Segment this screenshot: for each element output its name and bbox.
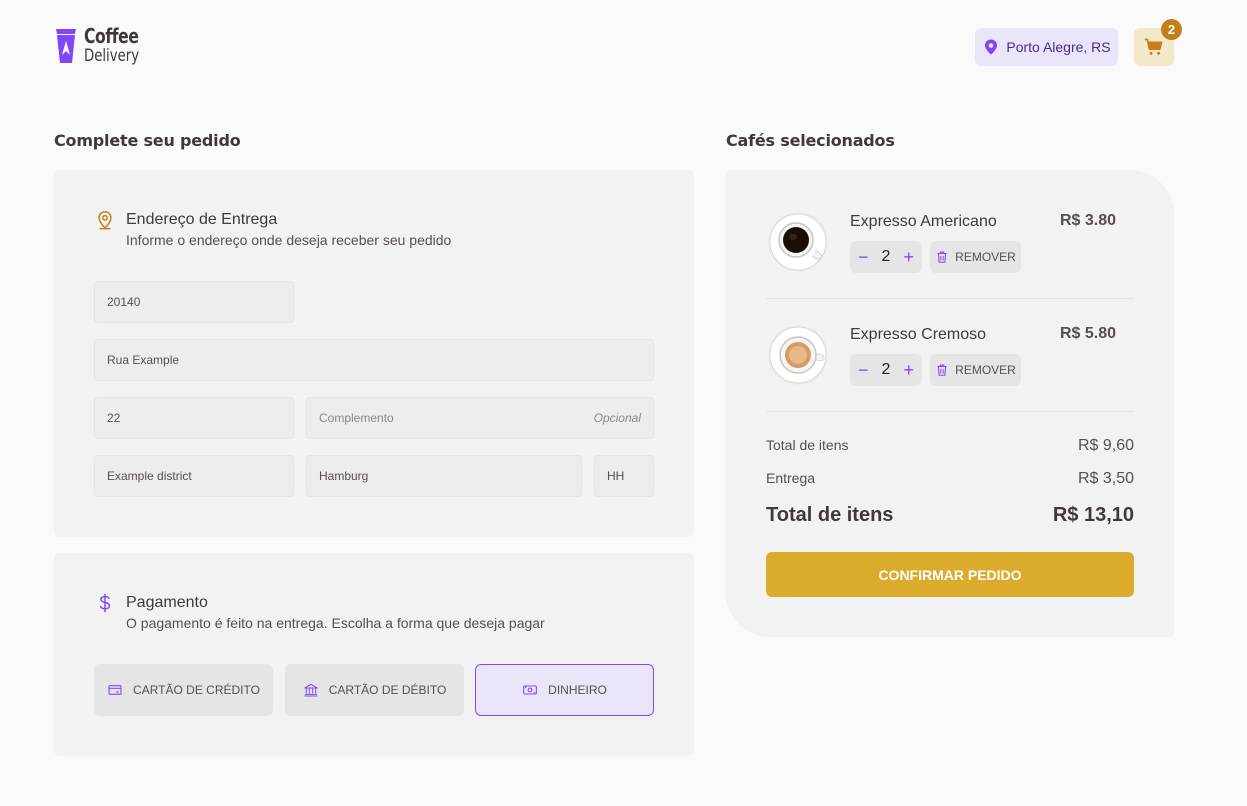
cart-title: Cafés selecionados bbox=[726, 131, 895, 150]
complement-placeholder: Complemento bbox=[319, 411, 394, 425]
complement-field[interactable]: Complemento Opcional bbox=[306, 397, 654, 439]
cart-count-badge: 2 bbox=[1161, 19, 1182, 40]
cart-item-price: R$ 3.80 bbox=[1059, 212, 1116, 229]
summary-total-value: R$ 13,10 bbox=[1052, 504, 1134, 526]
divider bbox=[766, 411, 1134, 412]
address-card: Endereço de Entrega Informe o endereço o… bbox=[54, 170, 694, 537]
street-value: Rua Example bbox=[107, 353, 180, 367]
complement-optional-label: Opcional bbox=[593, 411, 641, 425]
credit-card-icon bbox=[108, 685, 122, 695]
number-value: 22 bbox=[107, 411, 121, 425]
trash-icon bbox=[937, 364, 947, 376]
cart-item: Expresso Americano R$ 3.80 − 2 + REMOVER bbox=[766, 210, 1134, 323]
district-value: Example district bbox=[107, 469, 192, 483]
coffee-cup-logo-icon bbox=[56, 29, 76, 63]
cart-item-name: Expresso Cremoso bbox=[850, 326, 987, 343]
uf-value: HH bbox=[607, 469, 625, 483]
map-pin-outline-icon bbox=[98, 211, 112, 230]
city-field[interactable]: Hamburg bbox=[306, 455, 582, 497]
cart-item-name: Expresso Americano bbox=[850, 213, 997, 230]
coffee-americano-image bbox=[768, 212, 828, 272]
cep-field[interactable]: 20140 bbox=[94, 281, 294, 323]
cart-item-price: R$ 5.80 bbox=[1059, 325, 1116, 342]
divider bbox=[766, 298, 1134, 299]
location-text: Porto Alegre, RS bbox=[1006, 39, 1111, 55]
quantity-value: 2 bbox=[881, 361, 891, 378]
minus-icon[interactable]: − bbox=[858, 248, 869, 266]
uf-field[interactable]: HH bbox=[594, 455, 654, 497]
summary-delivery-row: Entrega R$ 3,50 bbox=[766, 470, 1134, 488]
payment-debit-card-label: CARTÃO DE DÉBITO bbox=[328, 683, 447, 697]
cart-item: Expresso Cremoso R$ 5.80 − 2 + REMOVER bbox=[766, 323, 1134, 436]
city-value: Hamburg bbox=[319, 469, 369, 483]
summary-items-value: R$ 9,60 bbox=[1077, 437, 1134, 454]
street-field[interactable]: Rua Example bbox=[94, 339, 654, 381]
quantity-value: 2 bbox=[881, 248, 891, 265]
summary-items-row: Total de itens R$ 9,60 bbox=[766, 437, 1134, 455]
cart-card: Expresso Americano R$ 3.80 − 2 + REMOVER… bbox=[726, 170, 1174, 637]
summary-total-row: Total de itens R$ 13,10 bbox=[766, 504, 1134, 527]
payment-debit-card-button[interactable]: CARTÃO DE DÉBITO bbox=[285, 664, 464, 716]
confirm-order-button[interactable]: CONFIRMAR PEDIDO bbox=[766, 552, 1134, 597]
quantity-stepper: − 2 + bbox=[850, 354, 922, 386]
map-pin-icon bbox=[985, 39, 998, 55]
payment-heading: Pagamento bbox=[126, 594, 208, 611]
payment-cash-label: DINHEIRO bbox=[548, 683, 607, 697]
remove-label: REMOVER bbox=[955, 363, 1016, 377]
logo-text-line2: Delivery bbox=[84, 46, 140, 66]
summary-items-label: Total de itens bbox=[766, 437, 849, 453]
bank-icon bbox=[303, 683, 318, 697]
number-field[interactable]: 22 bbox=[94, 397, 294, 439]
coffee-cremoso-image bbox=[768, 325, 828, 385]
remove-item-button[interactable]: REMOVER bbox=[930, 241, 1021, 273]
money-icon bbox=[523, 685, 538, 695]
quantity-stepper: − 2 + bbox=[850, 241, 922, 273]
payment-credit-card-label: CARTÃO DE CRÉDITO bbox=[133, 683, 260, 697]
shopping-cart-icon bbox=[1144, 38, 1163, 55]
remove-item-button[interactable]: REMOVER bbox=[930, 354, 1021, 386]
trash-icon bbox=[937, 251, 947, 263]
payment-subheading: O pagamento é feito na entrega. Escolha … bbox=[126, 615, 545, 631]
payment-credit-card-button[interactable]: CARTÃO DE CRÉDITO bbox=[94, 664, 273, 716]
plus-icon[interactable]: + bbox=[903, 248, 914, 266]
cep-value: 20140 bbox=[107, 295, 141, 309]
address-heading: Endereço de Entrega bbox=[126, 211, 278, 228]
district-field[interactable]: Example district bbox=[94, 455, 294, 497]
payment-card: Pagamento O pagamento é feito na entrega… bbox=[54, 553, 694, 756]
summary-delivery-label: Entrega bbox=[766, 470, 816, 486]
address-subheading: Informe o endereço onde deseja receber s… bbox=[126, 232, 452, 248]
logo-text-line1: Coffee bbox=[84, 24, 139, 48]
payment-cash-button[interactable]: DINHEIRO bbox=[475, 664, 654, 716]
plus-icon[interactable]: + bbox=[903, 361, 914, 379]
dollar-icon bbox=[99, 593, 111, 613]
summary-delivery-value: R$ 3,50 bbox=[1077, 470, 1134, 487]
app-logo[interactable]: Coffee Delivery bbox=[54, 26, 155, 66]
minus-icon[interactable]: − bbox=[858, 361, 869, 379]
checkout-title: Complete seu pedido bbox=[54, 131, 241, 150]
location-badge[interactable]: Porto Alegre, RS bbox=[975, 28, 1118, 66]
remove-label: REMOVER bbox=[955, 250, 1016, 264]
summary-total-label: Total de itens bbox=[766, 504, 894, 526]
